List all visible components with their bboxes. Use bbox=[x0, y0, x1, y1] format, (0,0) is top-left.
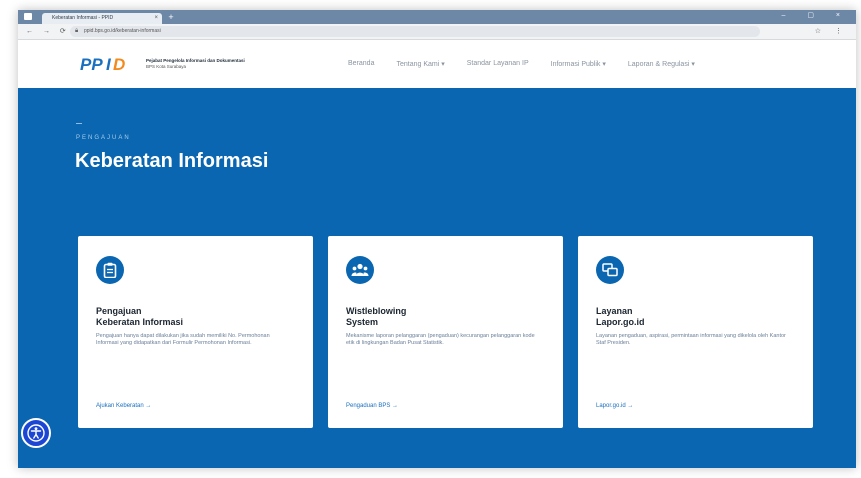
card-title: Pengajuan Keberatan Informasi bbox=[96, 306, 286, 328]
main-nav: Beranda Tentang Kami ▾ Standar Layanan I… bbox=[348, 60, 717, 68]
accessibility-icon[interactable] bbox=[21, 418, 51, 448]
lapor-link[interactable]: Lapor.go.id → bbox=[596, 403, 633, 409]
new-tab-button[interactable]: + bbox=[166, 12, 176, 22]
svg-text:D: D bbox=[113, 55, 125, 74]
card-title-line1: Layanan bbox=[596, 306, 633, 316]
nav-item-laporan-regulasi[interactable]: Laporan & Regulasi ▾ bbox=[628, 60, 695, 68]
tab-strip: Keberatan Informasi - PPID × + – ▢ × bbox=[18, 10, 856, 24]
tab-close-icon[interactable]: × bbox=[154, 13, 158, 24]
svg-text:I: I bbox=[106, 55, 112, 74]
url-field[interactable]: 🔒︎ ppid.bps.go.id/keberatan-informasi bbox=[70, 26, 760, 37]
browser-tab[interactable]: Keberatan Informasi - PPID × bbox=[42, 13, 162, 24]
logo-line2: BPS Kota Surabaya bbox=[146, 64, 187, 69]
ppid-logo-icon: PP I D bbox=[80, 55, 125, 74]
browser-toolbar-icons[interactable]: ☆ ⋮ bbox=[815, 27, 848, 35]
people-icon bbox=[346, 256, 374, 284]
nav-item-informasi-publik[interactable]: Informasi Publik ▾ bbox=[551, 60, 606, 68]
card-description: Layanan pengaduan, aspirasi, permintaan … bbox=[596, 333, 786, 346]
page-title: Keberatan Informasi bbox=[75, 150, 269, 172]
card-whistleblowing[interactable]: Wistleblowing System Mekanisme laporan p… bbox=[328, 236, 563, 428]
card-description: Mekanisme laporan pelanggaran (pengaduan… bbox=[346, 333, 535, 346]
hero-kicker: PENGAJUAN bbox=[76, 135, 131, 141]
tab-title: Keberatan Informasi - PPID bbox=[52, 15, 114, 21]
address-bar-row: ← → ⟳ 🔒︎ ppid.bps.go.id/keberatan-inform… bbox=[18, 24, 856, 40]
card-description: Pengajuan hanya dapat dilakukan jika sud… bbox=[96, 333, 270, 346]
card-lapor[interactable]: Layanan Lapor.go.id Layanan pengaduan, a… bbox=[578, 236, 813, 428]
card-title-line2: Keberatan Informasi bbox=[96, 317, 184, 327]
window-controls[interactable]: – ▢ × bbox=[782, 11, 850, 19]
window-menu-icon[interactable] bbox=[24, 13, 32, 20]
card-title-line2: Lapor.go.id bbox=[596, 317, 645, 327]
nav-item-standar-layanan[interactable]: Standar Layanan IP bbox=[467, 60, 529, 68]
card-pengajuan-keberatan[interactable]: Pengajuan Keberatan Informasi Pengajuan … bbox=[78, 236, 313, 428]
site-header: PP I D Pejabat Pengelola Informasi dan D… bbox=[18, 40, 856, 88]
hero-divider bbox=[76, 123, 82, 124]
pengaduan-bps-link[interactable]: Pengaduan BPS → bbox=[346, 403, 398, 409]
card-title-line2: System bbox=[346, 317, 379, 327]
card-title-line1: Pengajuan bbox=[96, 306, 142, 316]
clipboard-icon bbox=[96, 256, 124, 284]
hero-section: PENGAJUAN Keberatan Informasi Pengajuan … bbox=[18, 88, 856, 468]
ppid-logo[interactable]: PP I D bbox=[80, 54, 140, 74]
nav-item-tentang-kami[interactable]: Tentang Kami ▾ bbox=[396, 60, 444, 68]
card-title-line1: Wistleblowing bbox=[346, 306, 407, 316]
logo-subtitle: Pejabat Pengelola Informasi dan Dokument… bbox=[146, 58, 245, 70]
card-title: Layanan Lapor.go.id bbox=[596, 306, 786, 328]
nav-item-beranda[interactable]: Beranda bbox=[348, 60, 374, 68]
browser-nav-buttons[interactable]: ← → ⟳ bbox=[26, 27, 70, 35]
chat-icon bbox=[596, 256, 624, 284]
ajukan-keberatan-link[interactable]: Ajukan Keberatan → bbox=[96, 403, 151, 409]
svg-text:PP: PP bbox=[80, 55, 103, 74]
lock-icon: 🔒︎ bbox=[75, 28, 79, 34]
url-text: ppid.bps.go.id/keberatan-informasi bbox=[84, 28, 161, 34]
browser-window: Keberatan Informasi - PPID × + – ▢ × ← →… bbox=[18, 10, 856, 468]
card-title: Wistleblowing System bbox=[346, 306, 536, 328]
